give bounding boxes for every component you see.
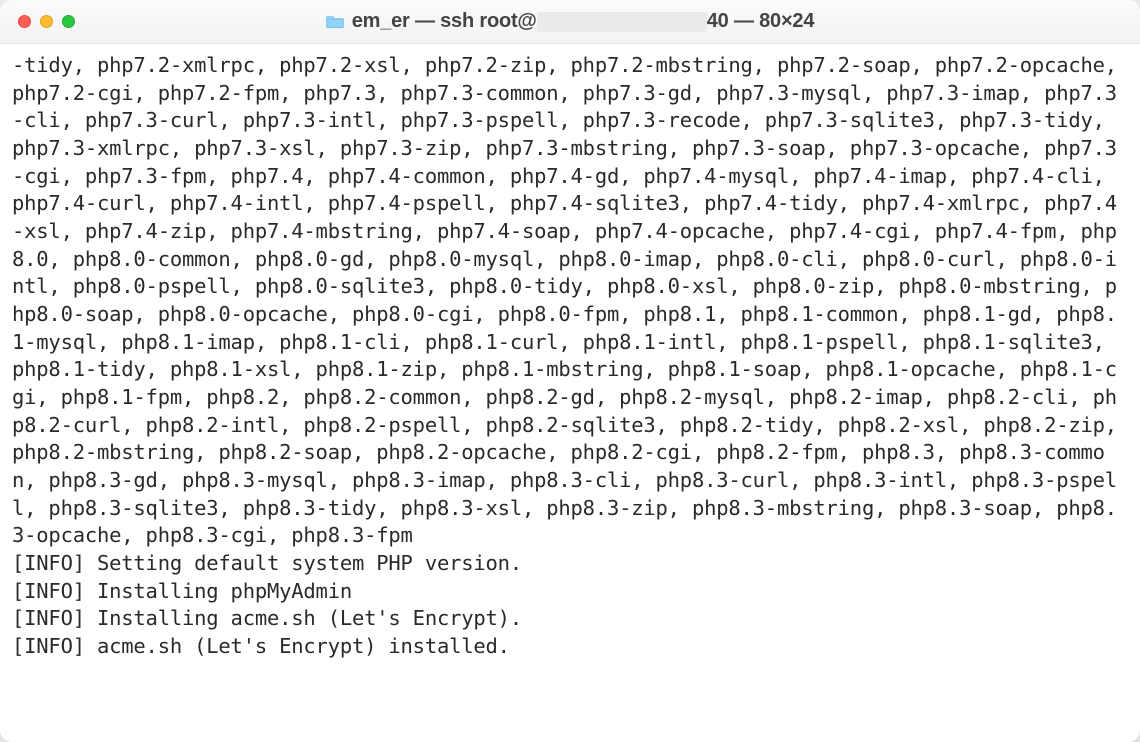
folder-icon — [326, 14, 344, 29]
close-window-button[interactable] — [18, 15, 31, 28]
terminal-window: em_er — ssh root@ 40 — 80×24 -tidy, php7.… — [0, 0, 1140, 742]
traffic-lights — [18, 15, 75, 28]
minimize-window-button[interactable] — [40, 15, 53, 28]
window-title-text: em_er — ssh root@ 40 — 80×24 — [352, 10, 815, 33]
titlebar[interactable]: em_er — ssh root@ 40 — 80×24 — [0, 0, 1140, 44]
terminal-output[interactable]: -tidy, php7.2-xmlrpc, php7.2-xsl, php7.2… — [0, 44, 1140, 742]
title-prefix: em_er — ssh root@ — [352, 10, 537, 32]
zoom-window-button[interactable] — [62, 15, 75, 28]
window-title: em_er — ssh root@ 40 — 80×24 — [0, 10, 1140, 33]
redacted-host — [537, 12, 707, 32]
title-suffix: 40 — 80×24 — [707, 10, 815, 32]
